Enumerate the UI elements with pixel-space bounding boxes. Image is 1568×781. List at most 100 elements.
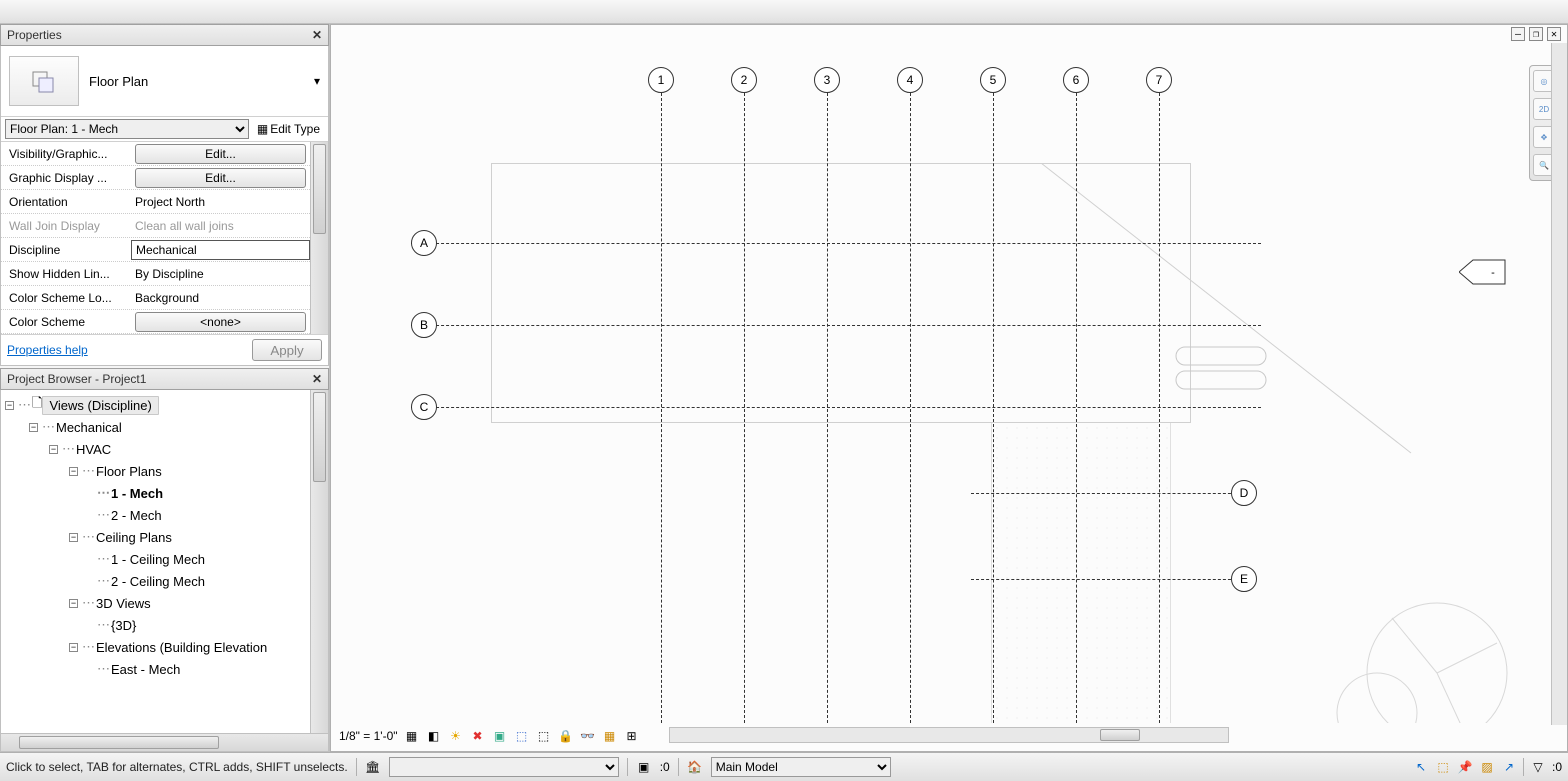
gridline-vertical[interactable] (1076, 93, 1077, 723)
gridline-vertical[interactable] (661, 93, 662, 723)
tree-root[interactable]: − ⋯🗋 Views (Discipline) (1, 394, 310, 416)
gridline-horizontal[interactable] (971, 579, 1241, 580)
reveal-hidden-icon[interactable]: ▦ (602, 728, 618, 744)
view-restore-icon[interactable]: ❐ (1529, 27, 1543, 41)
sun-path-icon[interactable]: ☀ (448, 728, 464, 744)
tree-node[interactable]: ⋯1 - Mech (1, 482, 310, 504)
property-value[interactable]: Mechanical (131, 240, 310, 260)
rendering-icon[interactable]: ▣ (492, 728, 508, 744)
gridline-vertical[interactable] (993, 93, 994, 723)
property-edit-button[interactable]: Edit... (135, 168, 306, 188)
crop-view-icon[interactable]: ⬚ (514, 728, 530, 744)
grid-bubble[interactable]: 6 (1063, 67, 1089, 93)
tree-node[interactable]: ⋯East - Mech (1, 658, 310, 680)
gridline-horizontal[interactable] (971, 493, 1241, 494)
browser-tree[interactable]: − ⋯🗋 Views (Discipline)−⋯Mechanical−⋯HVA… (1, 390, 310, 733)
type-selector[interactable]: Floor Plan ▾ (1, 46, 328, 117)
gridline-horizontal[interactable] (411, 325, 1261, 326)
lock-icon[interactable]: 🔒 (558, 728, 574, 744)
select-links-icon[interactable]: ↖ (1413, 759, 1429, 775)
tree-node[interactable]: −⋯3D Views (1, 592, 310, 614)
grid-bubble[interactable]: 4 (897, 67, 923, 93)
collapse-icon[interactable]: − (69, 643, 78, 652)
grid-bubble[interactable]: 3 (814, 67, 840, 93)
drawing-vscrollbar[interactable] (1551, 43, 1567, 725)
grid-bubble[interactable]: C (411, 394, 437, 420)
tree-node[interactable]: −⋯Floor Plans (1, 460, 310, 482)
worksharing-display-icon[interactable]: ⊞ (624, 728, 640, 744)
drawing-hscrollbar[interactable] (669, 727, 1229, 743)
select-underlay-icon[interactable]: ⬚ (1435, 759, 1451, 775)
gridline-vertical[interactable] (910, 93, 911, 723)
view-minimize-icon[interactable]: — (1511, 27, 1525, 41)
grid-bubble[interactable]: 1 (648, 67, 674, 93)
browser-vscrollbar[interactable] (310, 390, 328, 733)
property-value[interactable]: Edit... (131, 168, 310, 188)
gridline-horizontal[interactable] (411, 243, 1261, 244)
property-value[interactable]: By Discipline (131, 267, 310, 281)
grid-bubble[interactable]: 2 (731, 67, 757, 93)
grid-bubble[interactable]: 5 (980, 67, 1006, 93)
property-value[interactable]: Project North (131, 195, 310, 209)
grid-bubble[interactable]: D (1231, 480, 1257, 506)
filter-icon[interactable]: ▽ (1530, 759, 1546, 775)
grid-bubble[interactable]: B (411, 312, 437, 338)
gridline-vertical[interactable] (744, 93, 745, 723)
property-value[interactable]: Edit... (131, 144, 310, 164)
select-face-icon[interactable]: ▨ (1479, 759, 1495, 775)
temp-hide-icon[interactable]: 👓 (580, 728, 596, 744)
collapse-icon[interactable]: − (5, 401, 14, 410)
edit-type-button[interactable]: ▦ Edit Type (253, 122, 324, 136)
property-value[interactable]: Background (131, 291, 310, 305)
tree-node[interactable]: −⋯Elevations (Building Elevation (1, 636, 310, 658)
collapse-icon[interactable]: − (69, 599, 78, 608)
grid-bubble[interactable]: 7 (1146, 67, 1172, 93)
select-pinned-icon[interactable]: 📌 (1457, 759, 1473, 775)
crop-region-icon[interactable]: ⬚ (536, 728, 552, 744)
property-value[interactable]: <none> (131, 312, 310, 332)
workset-icon[interactable]: 🏛 (365, 759, 381, 775)
browser-header[interactable]: Project Browser - Project1 ✕ (0, 368, 329, 390)
apply-button[interactable]: Apply (252, 339, 322, 361)
property-edit-button[interactable]: Edit... (135, 144, 306, 164)
design-option-dropdown[interactable]: Main Model (711, 757, 891, 777)
grid-bubble[interactable]: A (411, 230, 437, 256)
drag-elements-icon[interactable]: ↗ (1501, 759, 1517, 775)
tree-node[interactable]: −⋯Ceiling Plans (1, 526, 310, 548)
tree-node[interactable]: −⋯HVAC (1, 438, 310, 460)
instance-selector[interactable]: Floor Plan: 1 - Mech (5, 119, 249, 139)
detail-level-icon[interactable]: ▦ (404, 728, 420, 744)
property-value: Clean all wall joins (131, 219, 310, 233)
workset-dropdown[interactable] (389, 757, 619, 777)
collapse-icon[interactable]: − (49, 445, 58, 454)
tree-node[interactable]: ⋯2 - Mech (1, 504, 310, 526)
collapse-icon[interactable]: − (69, 533, 78, 542)
properties-close-icon[interactable]: ✕ (312, 28, 322, 42)
grid-bubble[interactable]: E (1231, 566, 1257, 592)
properties-header[interactable]: Properties ✕ (0, 24, 329, 46)
tree-node-label: 3D Views (96, 596, 151, 611)
browser-hscrollbar[interactable] (1, 733, 328, 751)
browser-close-icon[interactable]: ✕ (312, 372, 322, 386)
properties-scrollbar[interactable] (310, 142, 328, 334)
gridline-vertical[interactable] (827, 93, 828, 723)
editable-only-icon[interactable]: ▣ (636, 759, 652, 775)
shadows-icon[interactable]: ✖ (470, 728, 486, 744)
scale-label[interactable]: 1/8" = 1'-0" (339, 729, 398, 743)
gridline-vertical[interactable] (1159, 93, 1160, 723)
model-icon[interactable]: 🏠 (687, 759, 703, 775)
property-edit-button[interactable]: <none> (135, 312, 306, 332)
collapse-icon[interactable]: − (29, 423, 38, 432)
tree-node[interactable]: −⋯Mechanical (1, 416, 310, 438)
tree-node[interactable]: ⋯1 - Ceiling Mech (1, 548, 310, 570)
drawing-canvas[interactable]: - 1 2 3 4 5 6 7 A B C D E (331, 43, 1567, 723)
collapse-icon[interactable]: − (69, 467, 78, 476)
tree-node[interactable]: ⋯2 - Ceiling Mech (1, 570, 310, 592)
drawing-area[interactable]: — ❐ ✕ - (330, 24, 1568, 752)
gridline-horizontal[interactable] (411, 407, 1261, 408)
visual-style-icon[interactable]: ◧ (426, 728, 442, 744)
view-close-icon[interactable]: ✕ (1547, 27, 1561, 41)
properties-help-link[interactable]: Properties help (7, 343, 88, 357)
tree-node[interactable]: ⋯{3D} (1, 614, 310, 636)
elevation-marker[interactable]: - (1459, 258, 1507, 289)
